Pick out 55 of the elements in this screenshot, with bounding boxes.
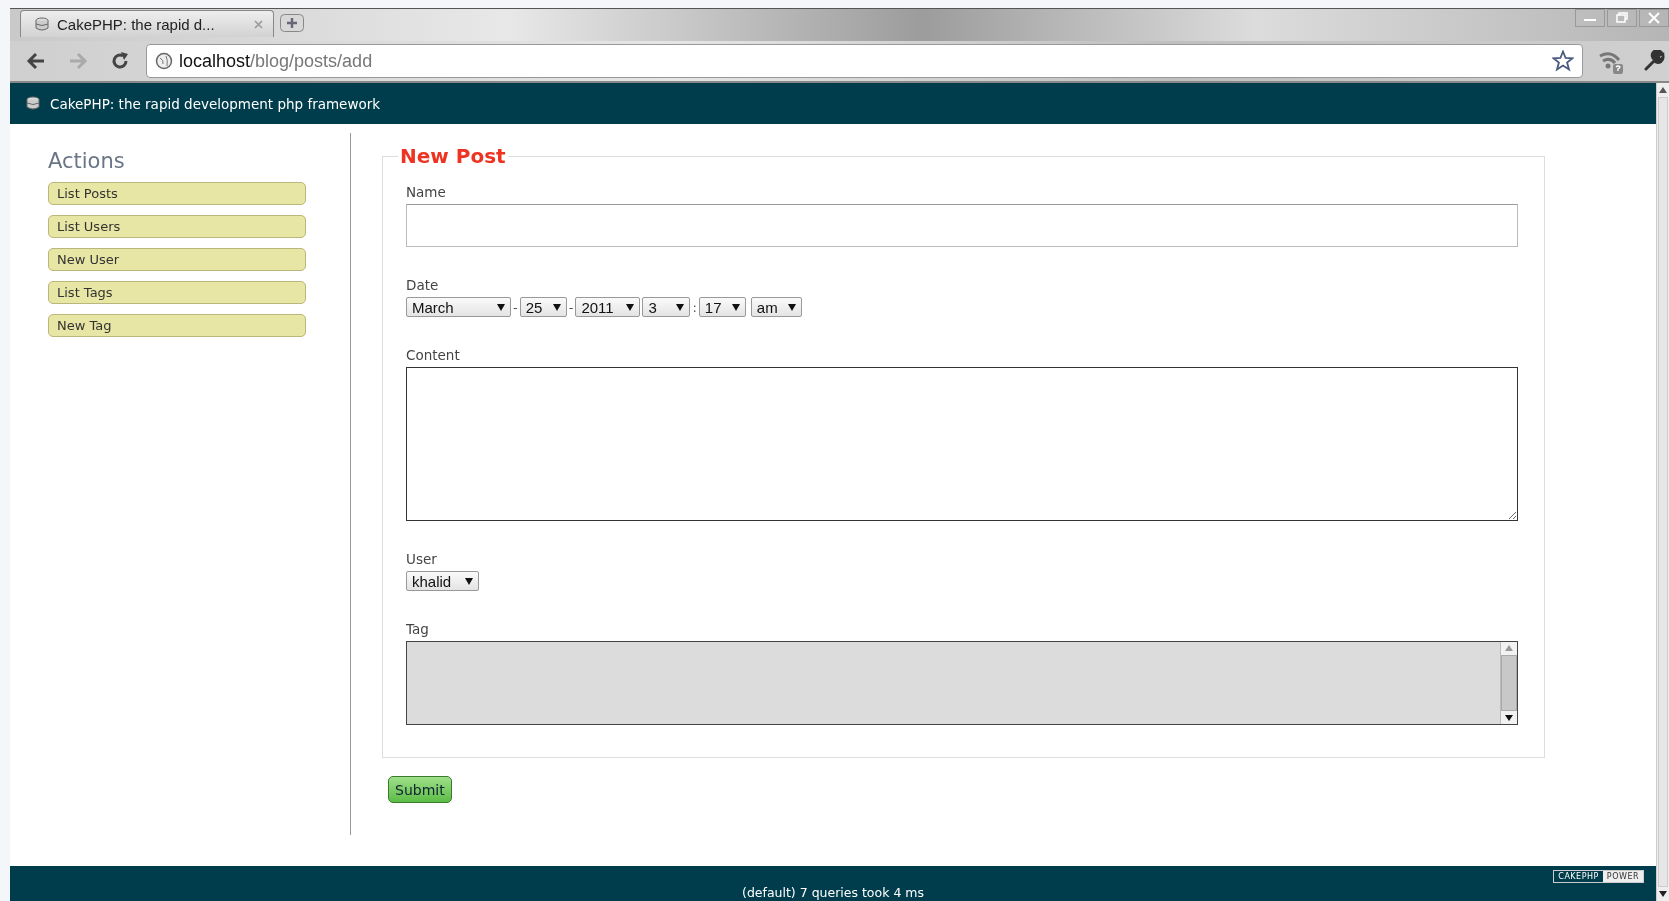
dropdown[interactable]: 25 xyxy=(519,297,567,317)
dropdown[interactable]: khalid xyxy=(406,571,479,591)
restore-icon[interactable] xyxy=(1607,9,1637,27)
scrollbar[interactable] xyxy=(1500,642,1517,724)
forward-icon[interactable] xyxy=(68,52,88,70)
dropdown[interactable]: am xyxy=(750,297,802,317)
caret-icon xyxy=(497,303,505,311)
tab-title: CakePHP: the rapid d... xyxy=(57,15,215,33)
dropdown[interactable]: 17 xyxy=(698,297,746,317)
list-box[interactable] xyxy=(406,641,1518,725)
separator-text: : xyxy=(691,299,698,315)
sidebar-heading: Actions xyxy=(48,149,126,173)
minimize-icon[interactable] xyxy=(1575,9,1605,27)
field-label: Name xyxy=(406,184,446,200)
browser-tab[interactable]: CakePHP: the rapid d... xyxy=(20,10,274,37)
powered-badge[interactable]: CAKEPHP POWER xyxy=(1553,870,1644,883)
caret-icon xyxy=(676,303,685,311)
action-link[interactable]: List Users xyxy=(48,215,306,238)
caret-icon xyxy=(552,303,561,311)
address-bar[interactable]: localhost/blog/posts/add xyxy=(146,44,1583,78)
back-icon[interactable] xyxy=(26,52,46,70)
scrollbar[interactable] xyxy=(1656,83,1669,901)
star-icon[interactable] xyxy=(1552,50,1574,72)
separator-text: - xyxy=(567,299,575,315)
action-link[interactable]: New User xyxy=(48,248,306,271)
action-link[interactable]: List Tags xyxy=(48,281,306,304)
field-label: Content xyxy=(406,347,460,363)
url-text: localhost/blog/posts/add xyxy=(179,50,373,72)
scroll-down-icon[interactable] xyxy=(1659,891,1667,897)
action-link[interactable]: List Posts xyxy=(48,182,306,205)
separator-text: - xyxy=(512,299,519,315)
scroll-thumb[interactable] xyxy=(1501,655,1517,711)
scroll-up-icon[interactable] xyxy=(1659,87,1667,93)
dropdown[interactable]: March xyxy=(406,297,511,317)
close-icon[interactable] xyxy=(1639,9,1669,27)
scroll-down-icon[interactable] xyxy=(1505,715,1513,721)
form-title: New Post xyxy=(399,144,507,168)
dropdown[interactable]: 2011 xyxy=(575,297,641,317)
dropdown[interactable]: 3 xyxy=(642,297,691,317)
query-info: (default) 7 queries took 4 ms xyxy=(742,885,924,900)
caret-icon xyxy=(787,303,796,311)
caret-icon xyxy=(626,303,635,311)
close-icon[interactable] xyxy=(254,19,263,29)
submit-button[interactable]: Submit xyxy=(388,776,452,803)
scroll-thumb[interactable] xyxy=(1658,97,1668,887)
caret-icon xyxy=(465,577,473,585)
field-label: Date xyxy=(406,277,439,293)
text-input[interactable] xyxy=(406,204,1518,247)
action-link[interactable]: New Tag xyxy=(48,314,306,337)
reload-icon[interactable] xyxy=(110,51,130,71)
field-label: User xyxy=(406,551,437,567)
caret-icon xyxy=(731,303,740,311)
field-label: Tag xyxy=(406,621,429,637)
site-title[interactable]: CakePHP: the rapid development php framework xyxy=(50,95,381,112)
new-tab-icon[interactable] xyxy=(280,14,304,32)
